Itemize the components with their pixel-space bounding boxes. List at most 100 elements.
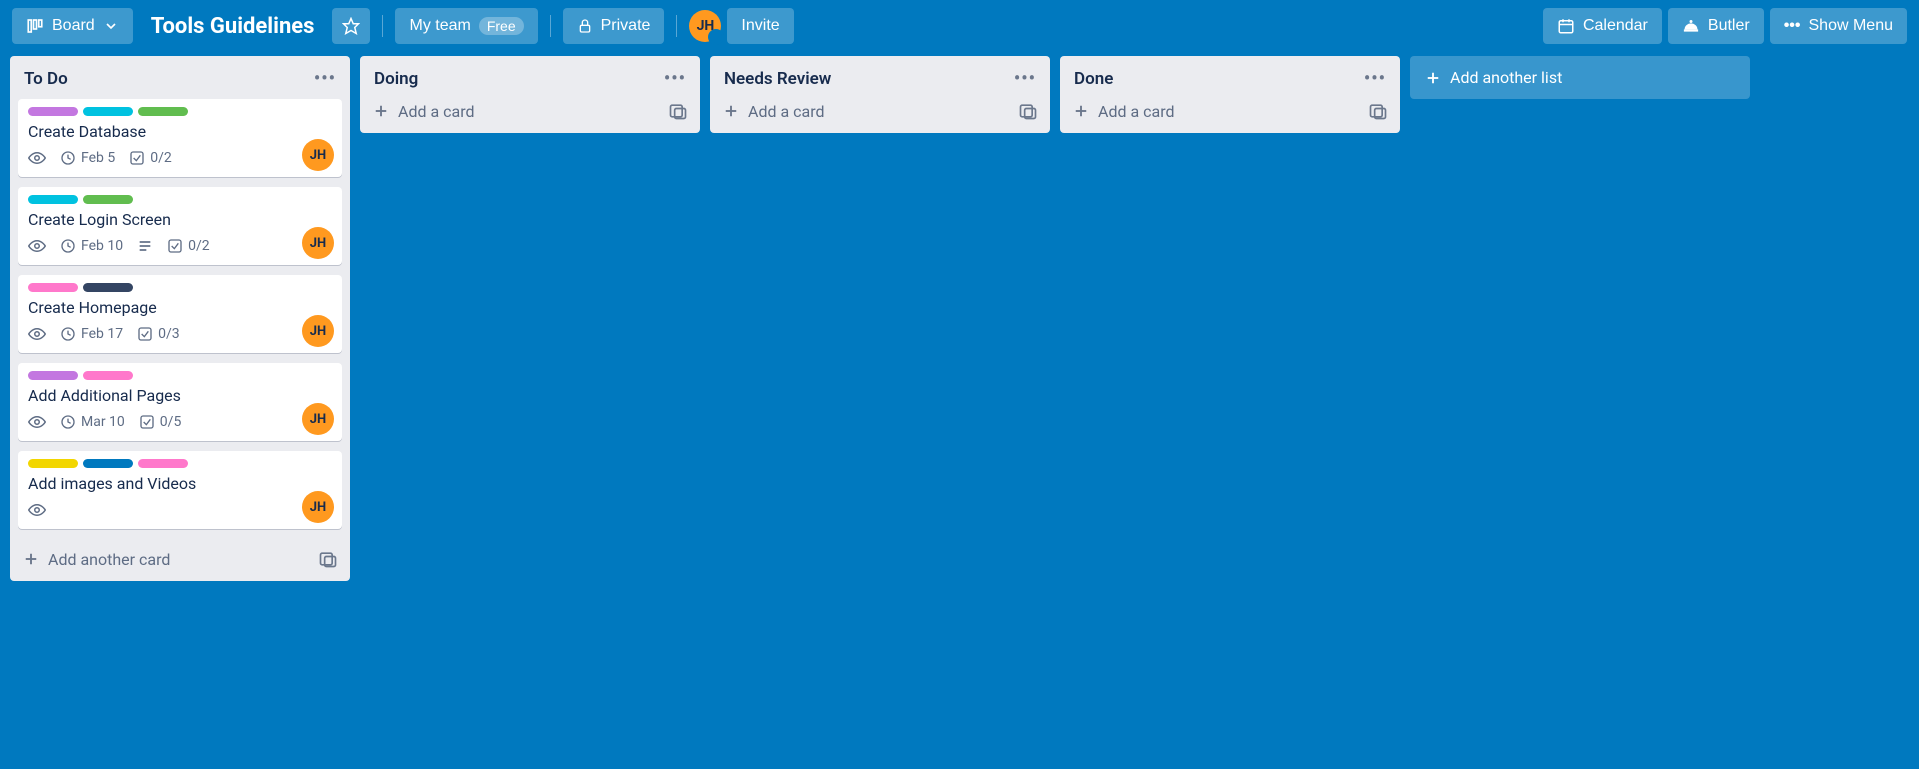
card-title: Create Homepage	[28, 298, 332, 317]
board-canvas: To Do•••Create DatabaseFeb 50/2JHCreate …	[0, 52, 1919, 769]
calendar-button[interactable]: Calendar	[1543, 8, 1662, 44]
list-title[interactable]: To Do	[24, 69, 68, 89]
card-title: Add images and Videos	[28, 474, 332, 493]
list-footer: Add a card	[710, 99, 1050, 133]
card-member-avatar[interactable]: JH	[302, 315, 334, 347]
card[interactable]: Create Database Feb 5 0/2 JH	[18, 99, 342, 177]
visibility-button[interactable]: Private	[563, 8, 665, 44]
due-date-badge: Feb 10	[60, 238, 123, 254]
add-list-button[interactable]: Add another list	[1410, 56, 1750, 99]
add-card-label: Add a card	[1098, 102, 1175, 121]
card-label[interactable]	[83, 195, 133, 204]
description-badge	[137, 238, 153, 254]
card-label[interactable]	[28, 283, 78, 292]
calendar-label: Calendar	[1583, 17, 1648, 35]
checklist-badge: 0/5	[139, 414, 182, 430]
card-label[interactable]	[28, 107, 78, 116]
card-template-button[interactable]	[1018, 101, 1038, 121]
card-member-avatar[interactable]: JH	[302, 227, 334, 259]
card-member-avatar[interactable]: JH	[302, 139, 334, 171]
list-cards: Create DatabaseFeb 50/2JHCreate Login Sc…	[10, 99, 350, 539]
card-template-button[interactable]	[318, 549, 338, 569]
card-label[interactable]	[138, 459, 188, 468]
butler-icon	[1682, 17, 1700, 35]
list-title[interactable]: Done	[1074, 69, 1113, 89]
card-label[interactable]	[28, 371, 78, 380]
card-labels	[28, 107, 332, 116]
calendar-icon	[1557, 17, 1575, 35]
card[interactable]: Create Login Screen Feb 10 0/2 JH	[18, 187, 342, 265]
card[interactable]: Add images and VideosJH	[18, 451, 342, 529]
card-label[interactable]	[138, 107, 188, 116]
list-menu-button[interactable]: •••	[664, 68, 686, 89]
board-title[interactable]: Tools Guidelines	[139, 14, 327, 39]
list-footer: Add a card	[1060, 99, 1400, 133]
add-card-button[interactable]: Add another card	[22, 550, 170, 569]
add-card-button[interactable]: Add a card	[1072, 102, 1175, 121]
watch-badge	[28, 501, 46, 519]
invite-label: Invite	[741, 17, 779, 35]
add-card-button[interactable]: Add a card	[372, 102, 475, 121]
checklist-badge: 0/2	[167, 238, 210, 254]
card-labels	[28, 371, 332, 380]
board-view-button[interactable]: Board	[12, 8, 133, 44]
card-title: Create Login Screen	[28, 210, 332, 229]
board-view-label: Board	[52, 17, 95, 35]
butler-button[interactable]: Butler	[1668, 8, 1764, 44]
plan-badge: Free	[479, 17, 524, 35]
lock-icon	[577, 18, 593, 34]
team-button[interactable]: My team Free	[395, 8, 537, 44]
separator	[676, 15, 677, 37]
due-date-badge: Feb 5	[60, 150, 115, 166]
separator	[550, 15, 551, 37]
list-title[interactable]: Needs Review	[724, 69, 831, 89]
list: Doing ••• Add a card	[360, 56, 700, 133]
card-member-avatar[interactable]: JH	[302, 403, 334, 435]
list-footer: Add a card	[360, 99, 700, 133]
add-card-label: Add a card	[398, 102, 475, 121]
ellipsis-icon: •••	[1784, 17, 1801, 35]
list-menu-button[interactable]: •••	[314, 68, 336, 89]
add-card-label: Add another card	[48, 550, 170, 569]
list: Needs Review ••• Add a card	[710, 56, 1050, 133]
list-menu-button[interactable]: •••	[1364, 68, 1386, 89]
invite-button[interactable]: Invite	[727, 8, 793, 44]
show-menu-label: Show Menu	[1809, 17, 1894, 35]
member-avatar[interactable]: JH	[689, 10, 721, 42]
add-card-button[interactable]: Add a card	[722, 102, 825, 121]
card-title: Create Database	[28, 122, 332, 141]
card-title: Add Additional Pages	[28, 386, 332, 405]
card-labels	[28, 459, 332, 468]
butler-label: Butler	[1708, 17, 1750, 35]
list-title[interactable]: Doing	[374, 69, 418, 89]
card-member-avatar[interactable]: JH	[302, 491, 334, 523]
card-label[interactable]	[28, 459, 78, 468]
watch-badge	[28, 413, 46, 431]
card[interactable]: Add Additional PagesMar 100/5JH	[18, 363, 342, 441]
card-labels	[28, 283, 332, 292]
card-label[interactable]	[83, 459, 133, 468]
board-view-icon	[26, 17, 44, 35]
card[interactable]: Create Homepage Feb 17 0/3 JH	[18, 275, 342, 353]
card-template-button[interactable]	[1368, 101, 1388, 121]
list-menu-button[interactable]: •••	[1014, 68, 1036, 89]
list: To Do•••Create DatabaseFeb 50/2JHCreate …	[10, 56, 350, 581]
checklist-badge: 0/3	[137, 326, 180, 342]
list: Done ••• Add a card	[1060, 56, 1400, 133]
show-menu-button[interactable]: ••• Show Menu	[1770, 8, 1907, 44]
watch-badge	[28, 325, 46, 343]
card-label[interactable]	[28, 195, 78, 204]
watch-badge	[28, 237, 46, 255]
card-label[interactable]	[83, 371, 133, 380]
card-badges: Feb 5 0/2	[28, 149, 332, 167]
star-icon	[342, 17, 360, 35]
card-label[interactable]	[83, 283, 133, 292]
card-template-button[interactable]	[668, 101, 688, 121]
chevron-down-icon	[103, 18, 119, 34]
card-label[interactable]	[83, 107, 133, 116]
checklist-badge: 0/2	[129, 150, 172, 166]
star-button[interactable]	[332, 8, 370, 44]
add-list-label: Add another list	[1450, 68, 1562, 87]
board-header: Board Tools Guidelines My team Free Priv…	[0, 0, 1919, 52]
due-date-badge: Feb 17	[60, 326, 123, 342]
